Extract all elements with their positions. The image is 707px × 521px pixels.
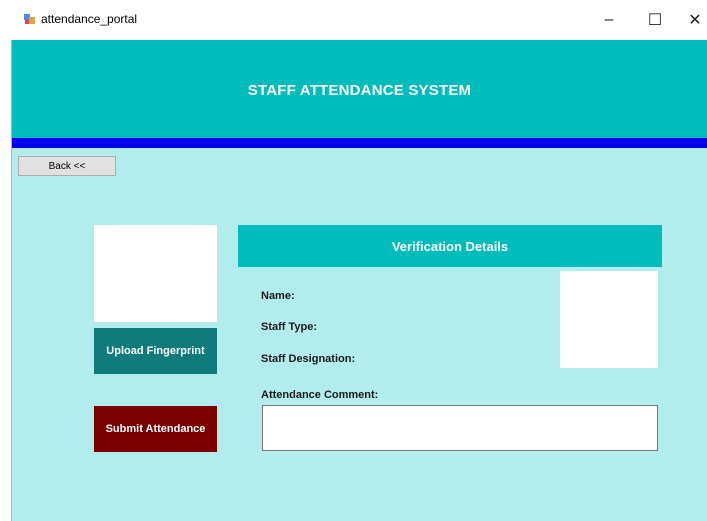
attendance-comment-label: Attendance Comment: xyxy=(261,389,379,401)
close-button[interactable]: ✕ xyxy=(680,8,707,32)
minimize-button[interactable]: – xyxy=(594,8,624,32)
page-title: STAFF ATTENDANCE SYSTEM xyxy=(247,81,472,99)
app-icon xyxy=(24,14,35,24)
back-button[interactable]: Back << xyxy=(18,156,116,176)
window-title: attendance_portal xyxy=(41,12,138,26)
fingerprint-image xyxy=(94,225,217,322)
maximize-button[interactable]: ☐ xyxy=(640,8,670,32)
header-banner: STAFF ATTENDANCE SYSTEM xyxy=(12,40,707,138)
verification-header: Verification Details xyxy=(238,225,662,267)
app-window: attendance_portal – ☐ ✕ STAFF ATTENDANCE… xyxy=(0,0,707,521)
upload-fingerprint-button[interactable]: Upload Fingerprint xyxy=(94,328,217,374)
attendance-comment-input[interactable] xyxy=(262,405,658,451)
header-divider xyxy=(12,138,707,148)
name-label: Name: xyxy=(261,290,295,302)
submit-attendance-button[interactable]: Submit Attendance xyxy=(94,406,217,452)
staff-type-label: Staff Type: xyxy=(261,321,318,333)
staff-photo xyxy=(560,271,658,368)
title-bar: attendance_portal – ☐ ✕ xyxy=(0,0,707,40)
staff-designation-label: Staff Designation: xyxy=(261,353,356,365)
